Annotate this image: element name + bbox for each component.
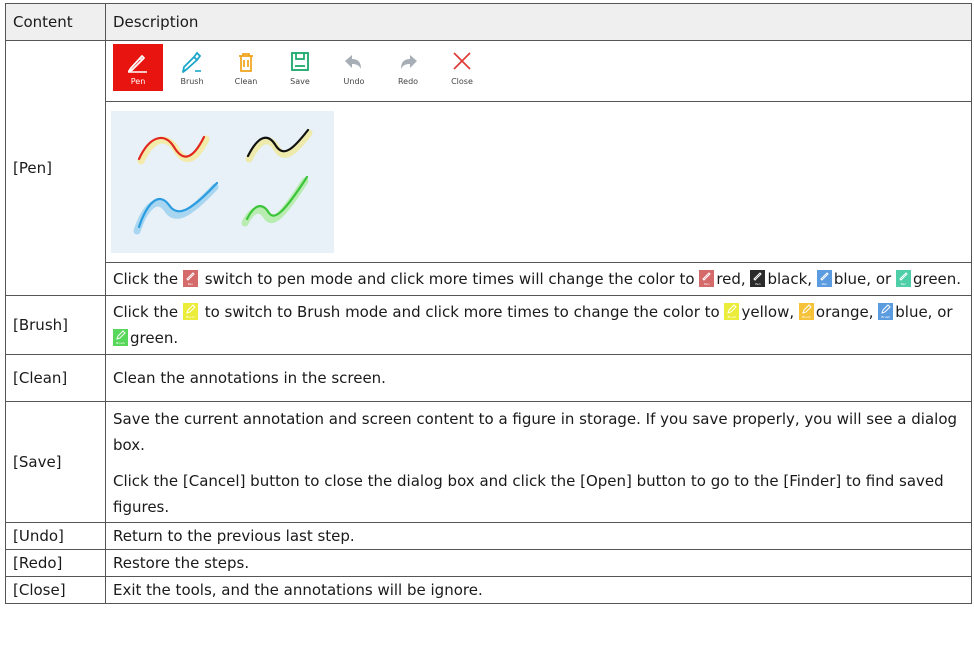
clean-tool-label: Clean [234,77,258,86]
pen-tool-button[interactable]: Pen [113,44,163,91]
pen-blue-icon: Pen [816,270,832,287]
header-content: Content [5,3,106,41]
brush-tool-button[interactable]: Brush [167,44,217,91]
brush-orange-icon: Brush [798,303,814,320]
pen-black-icon: Pen [750,270,766,287]
pen-stroke-sample-image [111,111,334,253]
brush-blue-icon: Brush [878,303,894,320]
pen-icon: Pen [182,270,198,287]
feature-table: Content Description [Pen] Pen Brush Clea… [5,3,972,604]
row-name-redo: [Redo] [5,549,106,577]
undo-tool-button[interactable]: Undo [329,44,379,91]
annotation-toolbar: Pen Brush Clean Save Undo Redo Close [106,41,971,101]
redo-description: Restore the steps. [105,549,972,577]
brush-description: Click the Brush to switch to Brush mode … [105,295,972,355]
clean-tool-button[interactable]: Clean [221,44,271,91]
table-row [6,101,972,263]
table-row: [Clean] Clean the annotations in the scr… [5,354,972,402]
table-row: [Close] Exit the tools, and the annotati… [5,576,972,604]
trash-icon [221,51,271,73]
pen-description: Click the Pen switch to pen mode and cli… [105,262,972,296]
row-name-clean: [Clean] [5,354,106,402]
brush-icon: Brush [182,303,198,320]
table-row: [Pen] Pen Brush Clean Save Undo Redo Clo… [5,40,972,296]
brush-tool-label: Brush [180,77,204,86]
pen-red-icon: Pen [699,270,715,287]
table-row: [Save] Save the current annotation and s… [5,401,972,523]
save-tool-label: Save [290,77,310,86]
save-icon [275,51,325,73]
table-row: [Brush] Click the Brush to switch to Bru… [5,295,972,355]
header-description: Description [105,3,972,41]
save-tool-button[interactable]: Save [275,44,325,91]
redo-tool-label: Redo [397,77,419,86]
row-name-undo: [Undo] [5,522,106,550]
table-row: Click the Pen switch to pen mode and cli… [6,262,972,296]
row-name-pen: [Pen] [5,40,106,296]
undo-description: Return to the previous last step. [105,522,972,550]
close-tool-button[interactable]: Close [437,44,487,91]
save-description-1: Save the current annotation and screen c… [113,410,958,454]
table-header-row: Content Description [5,3,972,41]
table-row: [Undo] Return to the previous last step. [5,522,972,550]
close-description: Exit the tools, and the annotations will… [105,576,972,604]
pen-green-icon: Pen [895,270,911,287]
brush-green-icon: Brush [113,329,128,346]
pen-icon [113,51,163,73]
brush-icon [167,51,217,73]
save-description-2: Click the [Cancel] button to close the d… [113,472,944,516]
brush-yellow-icon: Brush [724,303,740,320]
close-icon [437,51,487,73]
pen-tool-label: Pen [130,77,146,86]
undo-icon [329,51,379,73]
row-name-close: [Close] [5,576,106,604]
clean-description: Clean the annotations in the screen. [105,354,972,402]
undo-tool-label: Undo [343,77,365,86]
table-row: [Redo] Restore the steps. [5,549,972,577]
redo-icon [383,51,433,73]
row-name-save: [Save] [5,401,106,523]
redo-tool-button[interactable]: Redo [383,44,433,91]
row-name-brush: [Brush] [5,295,106,355]
close-tool-label: Close [451,77,473,86]
